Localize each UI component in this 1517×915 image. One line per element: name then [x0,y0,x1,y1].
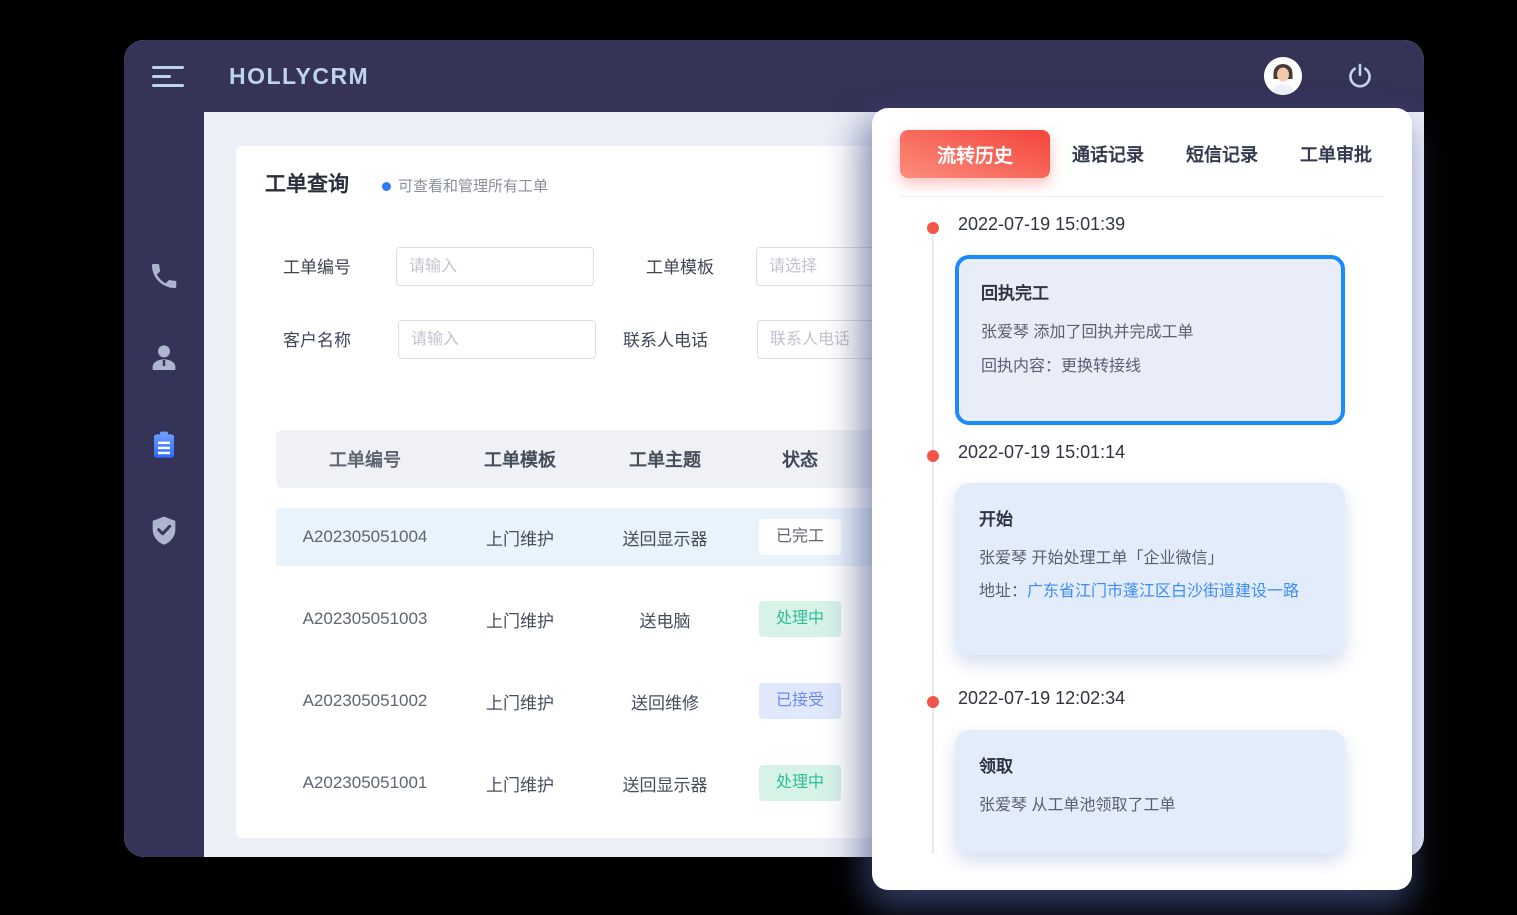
cell-order-template: 上门维护 [454,607,586,632]
field-label-customer-name: 客户名称 [283,320,351,361]
timeline-card[interactable]: 开始 张爱琴 开始处理工单「企业微信」 地址： 广东省江门市蓬江区白沙街道建设一… [955,483,1345,655]
tab-order-approval[interactable]: 工单审批 [1300,141,1372,167]
timeline-card-selected[interactable]: 回执完工 张爱琴 添加了回执并完成工单 回执内容：更换转接线 [955,255,1345,425]
tab-sms-records[interactable]: 短信记录 [1186,141,1258,167]
cell-order-template: 上门维护 [454,689,586,714]
phone-icon[interactable] [148,260,180,292]
app-logo: HOLLYCRM [229,40,369,112]
cell-order-subject: 送回维修 [586,689,744,714]
status-badge: 处理中 [759,765,841,801]
header-order-subject: 工单主题 [586,446,744,472]
timeline-card-title: 领取 [979,752,1321,777]
clipboard-icon[interactable] [148,429,180,461]
history-panel: 流转历史 通话记录 短信记录 工单审批 2022-07-19 15:01:39 … [872,108,1412,890]
page-subtitle: 可查看和管理所有工单 [398,175,548,196]
cell-order-template: 上门维护 [454,771,586,796]
timeline-card-line: 张爱琴 开始处理工单「企业微信」 [979,542,1321,576]
power-icon[interactable] [1346,62,1374,90]
cell-order-template: 上门维护 [454,525,586,550]
status-badge: 已完工 [759,519,841,555]
field-label-contact-phone: 联系人电话 [623,320,708,361]
cell-order-subject: 送回显示器 [586,771,744,796]
timeline-card-title: 开始 [979,505,1321,530]
hamburger-menu-icon[interactable] [152,66,184,86]
timeline-timestamp: 2022-07-19 12:02:34 [958,688,1125,709]
address-label: 地址： [979,576,1027,608]
timeline-card[interactable]: 领取 张爱琴 从工单池领取了工单 [955,730,1345,853]
sidebar-nav [124,112,204,857]
timeline-card-line: 张爱琴 从工单池领取了工单 [979,789,1321,823]
timeline-dot [927,450,939,462]
timeline-card-line: 回执内容：更换转接线 [981,350,1319,384]
customer-name-input[interactable] [398,320,596,359]
timeline-line [932,236,934,854]
cell-order-id: A202305051004 [276,527,454,547]
timeline-timestamp: 2022-07-19 15:01:14 [958,442,1125,463]
header-order-template: 工单模板 [454,446,586,472]
header-order-id: 工单编号 [276,446,454,472]
timeline-dot [927,696,939,708]
tabs-divider [900,196,1384,197]
cell-order-id: A202305051002 [276,691,454,711]
field-label-order-id: 工单编号 [283,247,351,288]
timeline-card-title: 回执完工 [981,279,1319,304]
shield-check-icon[interactable] [148,514,180,546]
tab-call-records[interactable]: 通话记录 [1072,141,1144,167]
user-avatar[interactable] [1264,57,1302,95]
status-badge: 处理中 [759,601,841,637]
header-status: 状态 [744,446,856,472]
panel-tabs: 流转历史 通话记录 短信记录 工单审批 [900,130,1372,178]
subtitle-dot-icon [382,182,391,191]
tab-flow-history[interactable]: 流转历史 [900,130,1050,178]
cell-order-subject: 送电脑 [586,607,744,632]
timeline-timestamp: 2022-07-19 15:01:39 [958,214,1125,235]
page-title: 工单查询 [265,168,349,198]
top-bar: HOLLYCRM [124,40,1424,112]
status-badge: 已接受 [759,683,841,719]
timeline-card-line: 张爱琴 添加了回执并完成工单 [981,316,1319,350]
address-link[interactable]: 广东省江门市蓬江区白沙街道建设一路 [1027,576,1321,608]
timeline-dot [927,222,939,234]
person-icon[interactable] [148,342,180,374]
cell-order-id: A202305051003 [276,609,454,629]
cell-order-id: A202305051001 [276,773,454,793]
cell-order-subject: 送回显示器 [586,525,744,550]
order-id-input[interactable] [396,247,594,286]
field-label-order-template: 工单模板 [646,247,714,288]
